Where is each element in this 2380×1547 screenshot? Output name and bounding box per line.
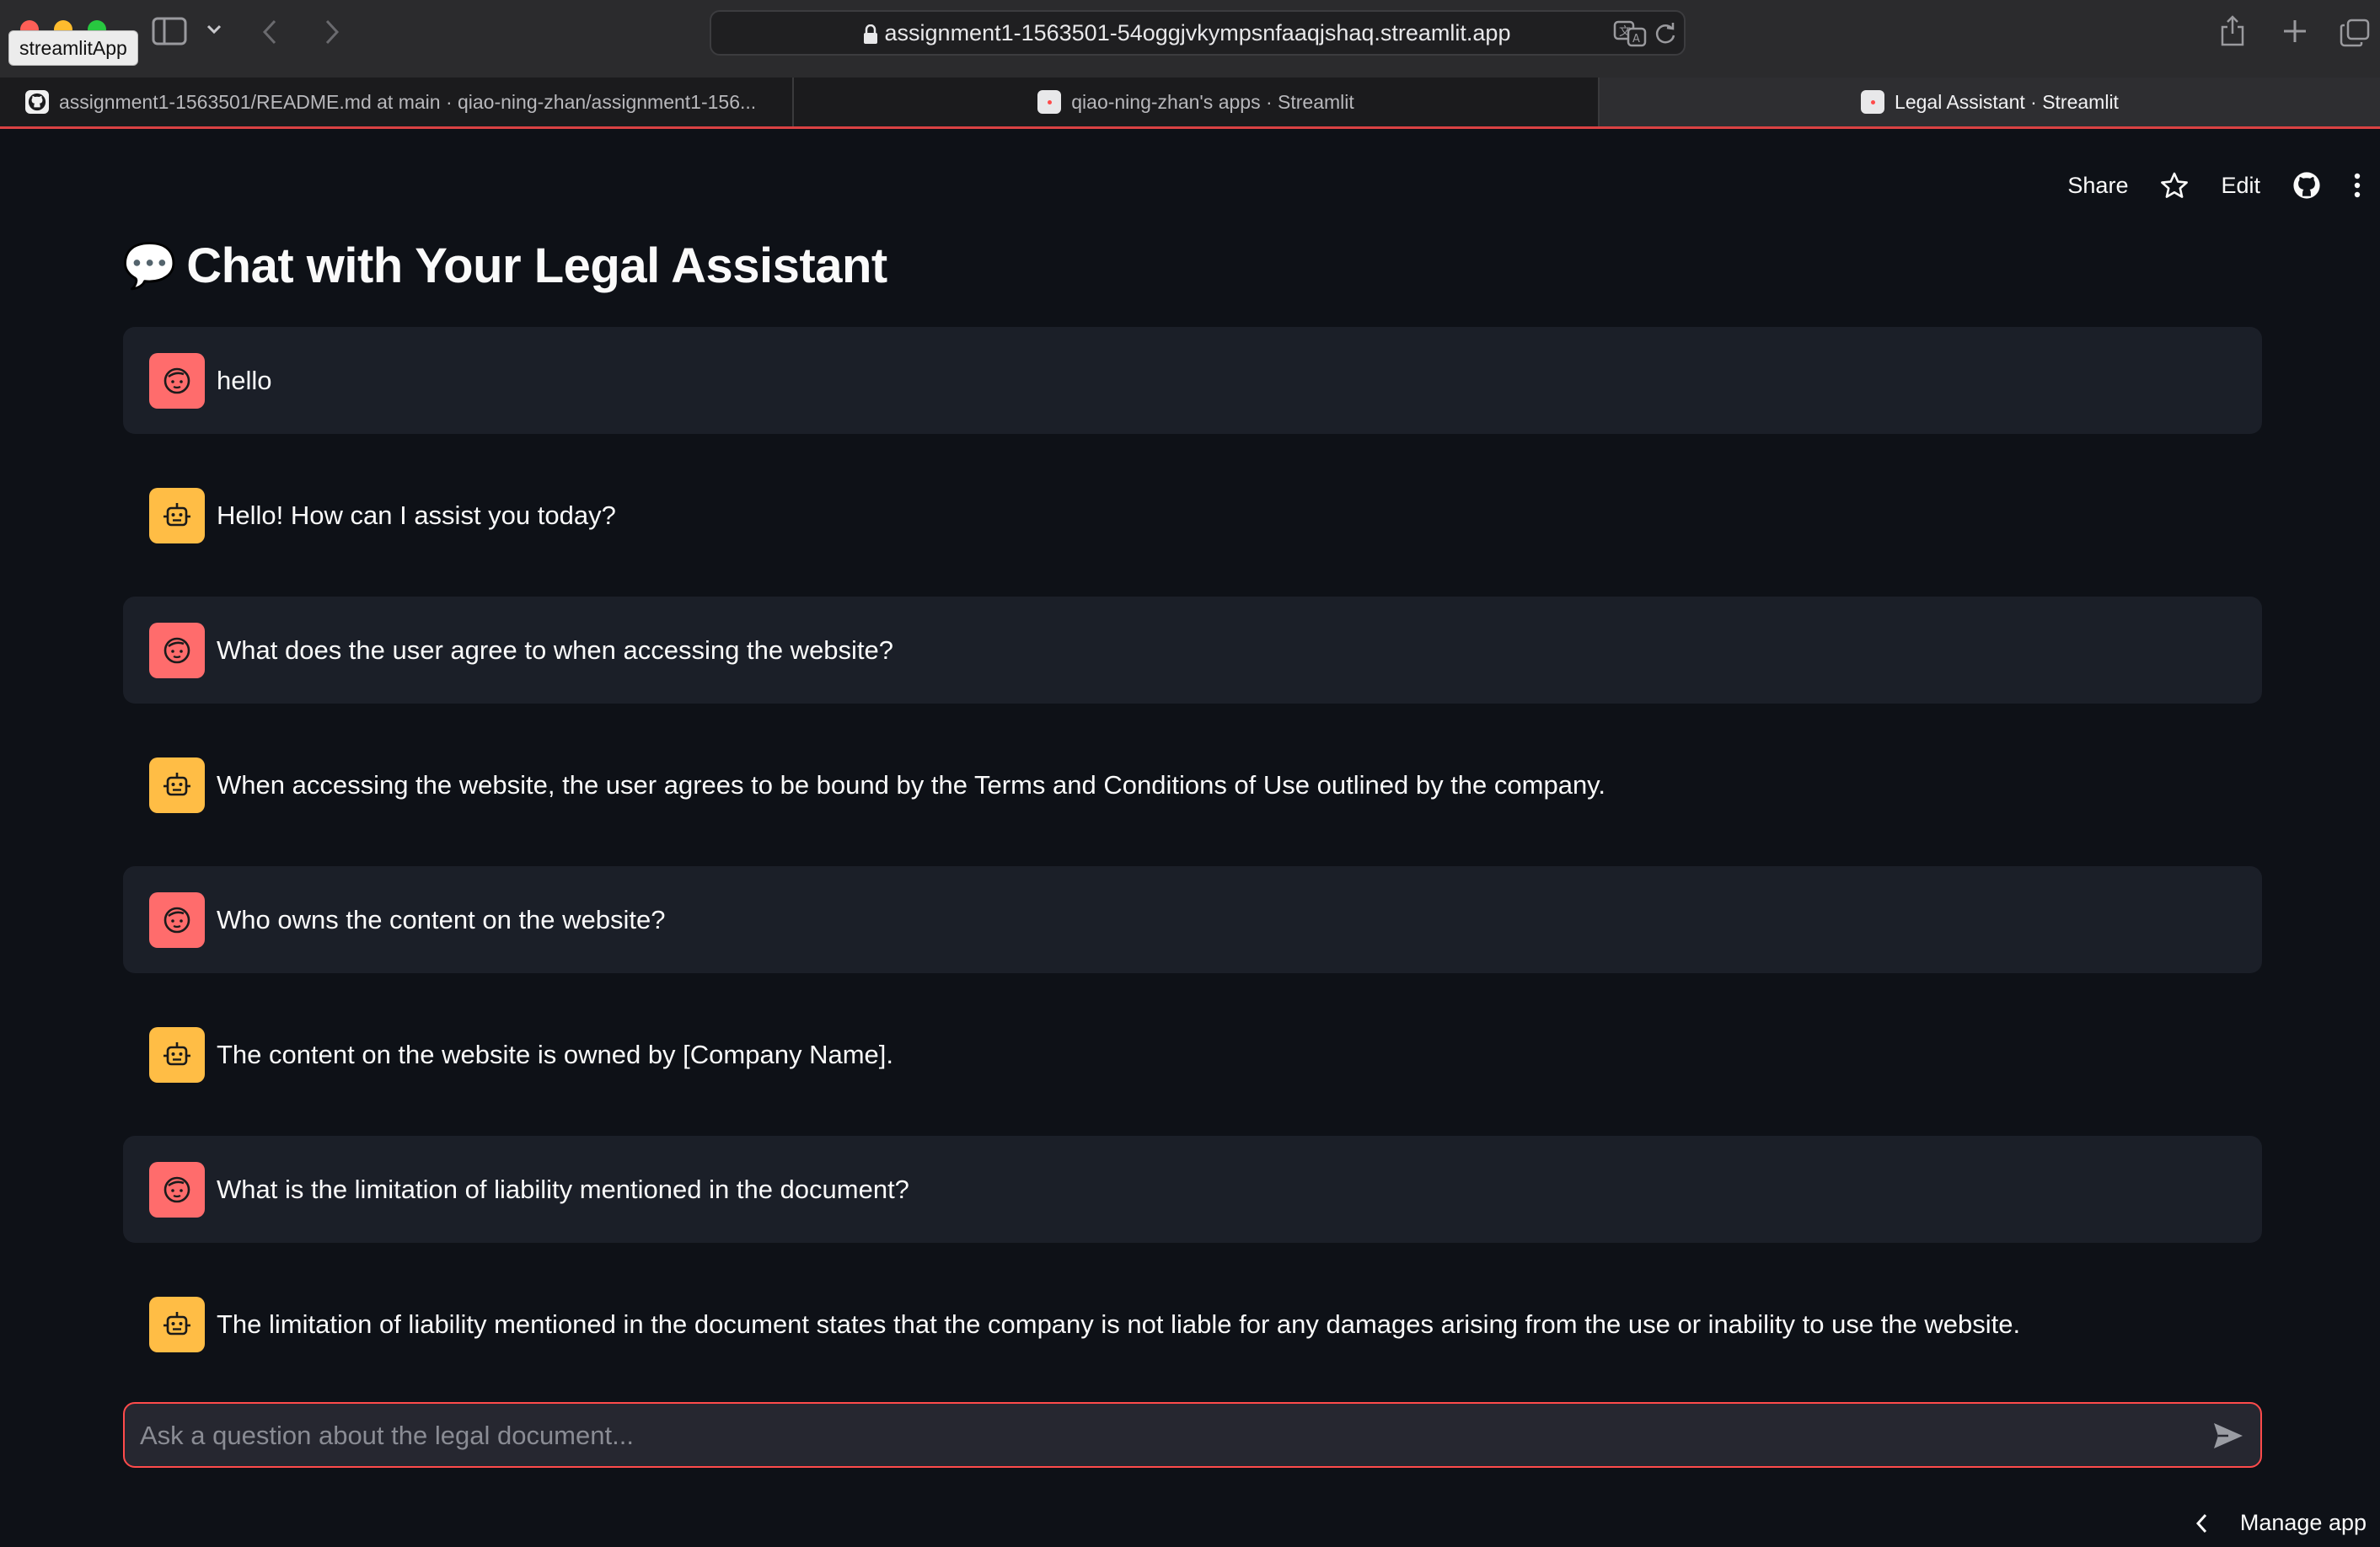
page-title: 💬 Chat with Your Legal Assistant [122, 238, 887, 294]
address-bar[interactable]: assignment1-1563501-54oggjvkympsnfaaqjsh… [710, 10, 1686, 56]
reload-icon[interactable] [1654, 22, 1677, 46]
chat-message-user: What does the user agree to when accessi… [123, 597, 2262, 704]
assistant-avatar-icon [149, 1296, 205, 1352]
assistant-avatar-icon [149, 757, 205, 813]
assistant-avatar-icon [149, 1026, 205, 1083]
tab-streamlit-apps[interactable]: qiao-ning-zhan's apps · Streamlit [794, 78, 1600, 126]
tab-legal-assistant[interactable]: Legal Assistant · Streamlit [1600, 78, 2380, 126]
message-text: When accessing the website, the user agr… [217, 769, 1605, 800]
tab-label: assignment1-1563501/README.md at main · … [59, 90, 757, 113]
star-icon[interactable] [2160, 172, 2189, 199]
browser-chrome: streamlitApp assignment1-1563501-54oggjv… [0, 0, 2380, 78]
chat-message-list: hello Hello! How can I assist you today?… [123, 327, 2262, 1405]
message-text: Who owns the content on the website? [217, 904, 666, 934]
assistant-avatar-icon [149, 487, 205, 543]
share-page-icon[interactable] [2220, 13, 2245, 47]
chevron-left-icon [2195, 1513, 2206, 1533]
user-avatar-icon [149, 622, 205, 678]
page-title-text: Chat with Your Legal Assistant [186, 238, 887, 293]
message-text: The limitation of liability mentioned in… [217, 1309, 2021, 1339]
message-text: What does the user agree to when accessi… [217, 634, 894, 665]
tab-github-readme[interactable]: assignment1-1563501/README.md at main · … [0, 78, 794, 126]
chat-message-user: What is the limitation of liability ment… [123, 1136, 2262, 1243]
user-avatar-icon [149, 1161, 205, 1218]
tab-label: qiao-ning-zhan's apps · Streamlit [1071, 90, 1354, 113]
chat-input-box[interactable] [123, 1402, 2262, 1468]
user-avatar-icon [149, 352, 205, 409]
send-icon[interactable] [2211, 1421, 2245, 1451]
tab-overview-icon[interactable] [2340, 19, 2370, 47]
manage-app-button[interactable]: Manage app [2195, 1510, 2367, 1536]
github-icon[interactable] [2292, 171, 2321, 200]
message-text: The content on the website is owned by [… [217, 1039, 893, 1069]
streamlit-favicon-icon [1861, 90, 1885, 114]
chat-message-user: hello [123, 327, 2262, 434]
user-avatar-icon [149, 891, 205, 948]
app-tooltip: streamlitApp [8, 30, 138, 66]
chevron-down-icon[interactable] [206, 24, 222, 35]
streamlit-favicon-icon [1037, 90, 1062, 114]
back-icon[interactable] [261, 19, 278, 46]
tab-label: Legal Assistant · Streamlit [1895, 90, 2119, 113]
sidebar-toggle-icon[interactable] [152, 17, 187, 46]
manage-app-label: Manage app [2239, 1510, 2367, 1535]
tab-bar: assignment1-1563501/README.md at main · … [0, 78, 2380, 126]
edit-button[interactable]: Edit [2221, 173, 2260, 199]
app-toolbar: Share Edit [2067, 160, 2380, 211]
page-load-accent-line [0, 126, 2380, 129]
translate-icon[interactable]: 文A [1613, 19, 1647, 47]
chat-input-field[interactable] [138, 1404, 2164, 1468]
chat-message-assistant: The content on the website is owned by [… [123, 1001, 2262, 1108]
url-text[interactable]: assignment1-1563501-54oggjvkympsnfaaqjsh… [711, 12, 1684, 54]
new-tab-icon[interactable] [2282, 19, 2308, 44]
chat-message-assistant: When accessing the website, the user agr… [123, 731, 2262, 838]
chat-message-assistant: The limitation of liability mentioned in… [123, 1271, 2262, 1378]
lock-icon [863, 24, 878, 49]
svg-text:A: A [1632, 33, 1640, 46]
forward-icon[interactable] [324, 19, 340, 46]
message-text: hello [217, 365, 272, 395]
more-options-icon[interactable] [2353, 172, 2361, 199]
speech-bubble-icon: 💬 [122, 242, 177, 291]
message-text: Hello! How can I assist you today? [217, 500, 616, 530]
share-button[interactable]: Share [2067, 173, 2128, 199]
chat-message-assistant: Hello! How can I assist you today? [123, 462, 2262, 569]
chat-message-user: Who owns the content on the website? [123, 866, 2262, 973]
github-icon [25, 90, 49, 114]
message-text: What is the limitation of liability ment… [217, 1174, 909, 1204]
